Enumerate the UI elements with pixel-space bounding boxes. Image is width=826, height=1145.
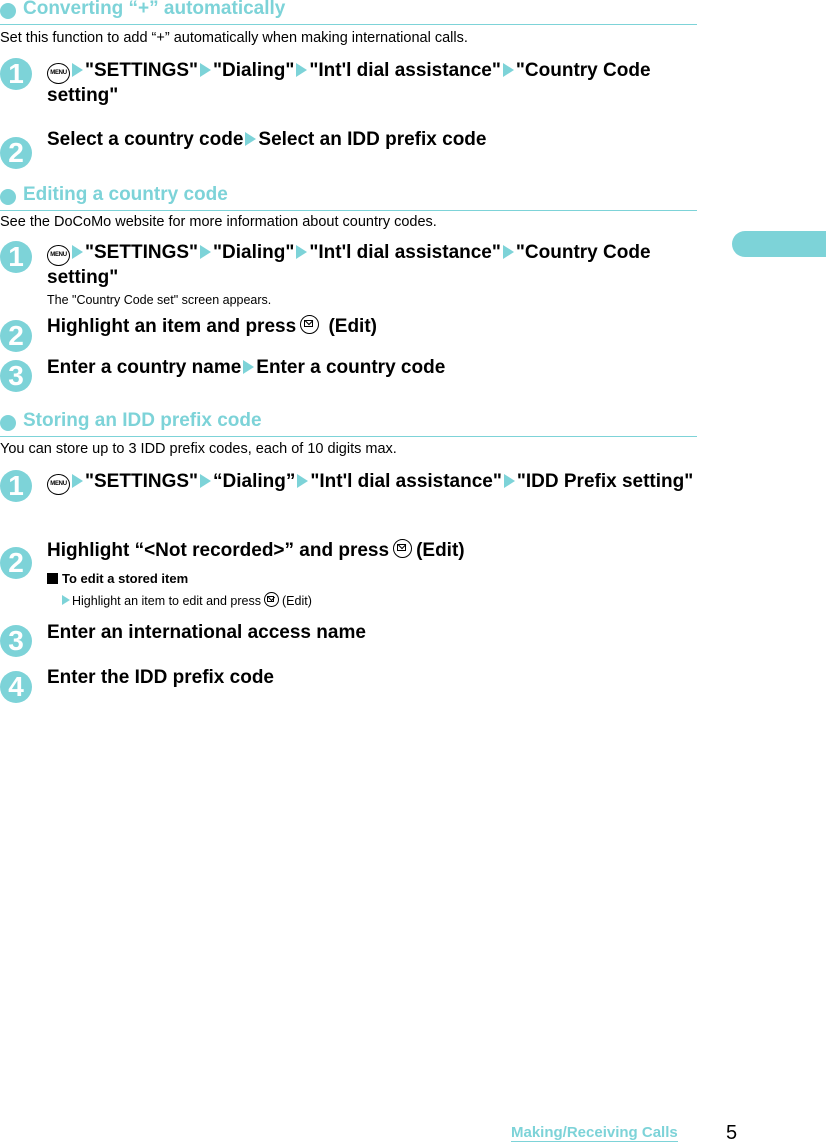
step-part: Select an IDD prefix code [258,129,487,150]
page-number: 5 [726,1122,738,1144]
chapter-link[interactable]: Making/Receiving Calls [511,1124,678,1142]
section-title: Converting “+” automatically [23,0,286,19]
step-part: "SETTINGS" [85,242,199,263]
step-part: "Int'l dial assistance" [310,471,502,492]
step-part: "IDD Prefix setting" [516,471,694,492]
section-header: Converting “+” automatically [0,0,697,25]
step-part: Enter a country code [256,357,446,378]
section-header: Storing an IDD prefix code [0,410,697,437]
arrow-icon [502,63,514,77]
sub-step: Highlight an item to edit and press (Edit… [62,592,312,608]
step-part: Enter a country name [47,357,242,378]
square-bullet-icon [47,573,58,584]
step-text: Enter a country name Enter a country code [47,356,697,380]
arrow-icon [245,132,257,146]
sub-heading: To edit a stored item [47,571,188,586]
arrow-icon [243,360,255,374]
arrow-icon [200,474,212,488]
step-part: "Dialing" [213,242,295,263]
step-number-icon: 3 [0,360,32,392]
arrow-icon [502,245,514,259]
menu-key-icon: MENU [47,474,70,495]
mail-key-icon [300,315,320,334]
step-number-icon: 4 [0,671,32,703]
step-number-icon: 2 [0,320,32,352]
step-part: "SETTINGS" [85,60,199,81]
section-intro: You can store up to 3 IDD prefix codes, … [0,441,397,457]
step-number-icon: 2 [0,137,32,169]
step-part: "Int'l dial assistance" [309,60,501,81]
section-intro: Set this function to add “+” automatical… [0,30,468,46]
arrow-icon [503,474,515,488]
step-text: MENU "SETTINGS" “Dialing” "Int'l dial assis… [47,470,697,495]
section-title: Editing a country code [23,184,228,205]
step-text: Enter the IDD prefix code [47,667,274,688]
step-part: "Int'l dial assistance" [309,242,501,263]
arrow-icon [296,245,308,259]
step-text: Enter an international access name [47,622,366,643]
menu-key-icon: MENU [47,245,70,266]
mail-key-icon [393,539,413,558]
step-number-icon: 1 [0,470,32,502]
step-text: MENU "SETTINGS" "Dialing" "Int'l dial assis… [47,59,697,108]
step-text: Highlight an item and press (Edit) [47,315,697,339]
arrow-icon [62,595,70,605]
step-text: Select a country code Select an IDD prefi… [47,128,697,152]
step-text: Highlight “<Not recorded>” and press (Edi… [47,539,697,563]
section-intro: See the DoCoMo website for more informat… [0,214,437,230]
bullet-icon [0,189,16,205]
step-number-icon: 1 [0,58,32,90]
step-part: Highlight an item and press [47,316,297,337]
arrow-icon [200,245,212,259]
mail-key-icon [264,592,279,607]
chapter-side-tab [732,231,826,257]
bullet-icon [0,415,16,431]
step-text: MENU "SETTINGS" "Dialing" "Int'l dial assis… [47,241,697,290]
step-part: “Dialing” [213,471,296,492]
section-header: Editing a country code [0,184,697,211]
arrow-icon [296,63,308,77]
step-number-icon: 1 [0,241,32,273]
step-part: (Edit) [416,540,465,561]
section-title: Storing an IDD prefix code [23,410,262,431]
step-part: (Edit) [328,316,377,337]
arrow-icon [72,63,83,77]
step-part: Highlight “<Not recorded>” and press [47,540,390,561]
step-part: Select a country code [47,129,244,150]
step-number-icon: 3 [0,625,32,657]
step-note: The "Country Code set" screen appears. [47,293,272,307]
arrow-icon [72,245,83,259]
arrow-icon [72,474,83,488]
arrow-icon [200,63,212,77]
step-number-icon: 2 [0,547,32,579]
menu-key-icon: MENU [47,63,70,84]
step-part: "SETTINGS" [85,471,199,492]
step-part: "Dialing" [213,60,295,81]
arrow-icon [297,474,309,488]
bullet-icon [0,3,16,19]
